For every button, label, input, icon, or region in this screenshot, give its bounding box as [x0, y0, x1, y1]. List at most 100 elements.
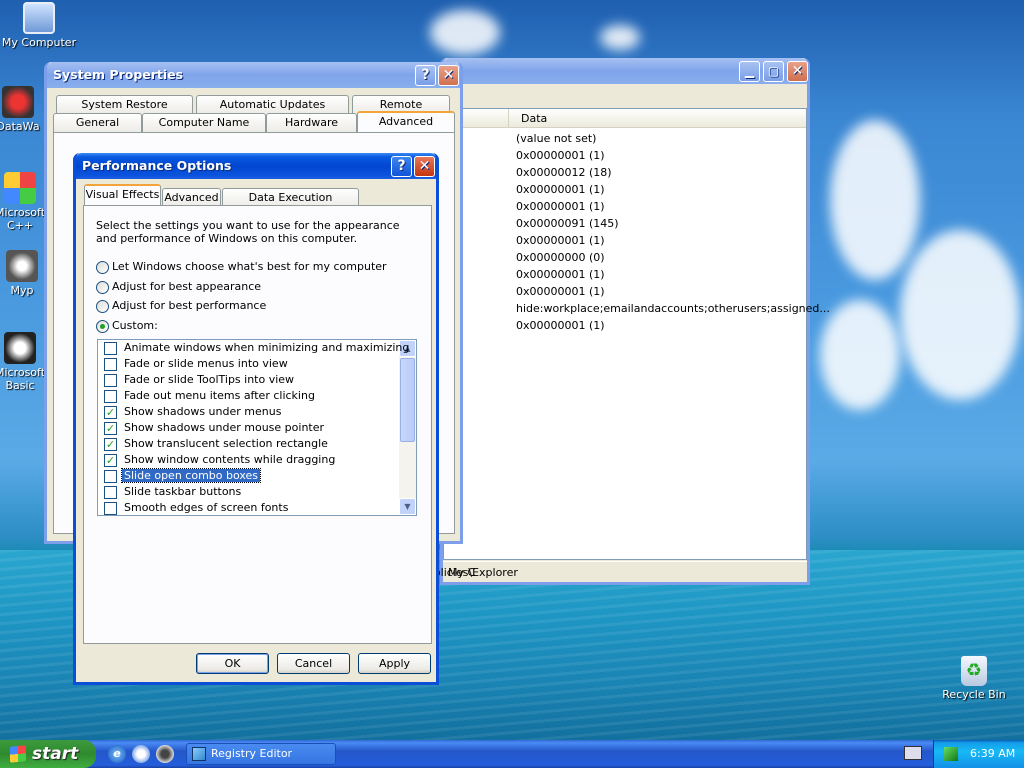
registry-menubar	[443, 84, 807, 108]
desktop-icon-label: DataWa	[0, 120, 40, 133]
desktop-icon-microsoft-basic[interactable]: Microsoft Basic	[0, 332, 50, 392]
column-header-data[interactable]: Data	[508, 109, 798, 128]
windows-logo-icon	[10, 745, 26, 763]
radio-custom[interactable]: Custom:	[96, 319, 158, 333]
start-label: start	[32, 744, 79, 764]
registry-value-row[interactable]: 0x00000001 (1)	[516, 319, 605, 332]
list-scrollbar[interactable]: ▲ ▼	[399, 340, 416, 515]
system-tray: 6:39 AM	[933, 740, 1024, 768]
scroll-down-arrow-icon[interactable]: ▼	[399, 498, 416, 515]
checkbox[interactable]: ✓	[104, 453, 117, 467]
start-button[interactable]: start	[0, 740, 96, 768]
cloud	[430, 10, 500, 55]
clock[interactable]: 6:39 AM	[970, 740, 1015, 768]
tab-hardware[interactable]: Hardware	[266, 113, 357, 132]
visual-effect-option[interactable]: ✓ Show window contents while dragging	[104, 452, 337, 468]
registry-value-row[interactable]: 0x00000001 (1)	[516, 183, 605, 196]
scroll-thumb[interactable]	[400, 358, 415, 442]
desktop-icon-label: Recycle Bin	[942, 688, 1006, 701]
visual-effect-option[interactable]: Smooth edges of screen fonts	[104, 500, 290, 516]
internet-explorer-icon[interactable]: e	[108, 745, 126, 763]
option-label: Show window contents while dragging	[124, 453, 336, 466]
visual-effect-option[interactable]: ✓ Show shadows under mouse pointer	[104, 420, 326, 436]
tab-system-restore[interactable]: System Restore	[56, 95, 193, 114]
registry-editor-window: ▁ ▢ ✕ Data My C n\Policies\Explorer	[417, 58, 810, 585]
cloud	[830, 120, 920, 280]
registry-value-row[interactable]: (value not set)	[516, 132, 596, 145]
checkbox[interactable]: ✓	[104, 405, 117, 419]
desktop-icon-label: Microsoft Basic	[0, 366, 46, 392]
desktop-icon-microsoft-cpp[interactable]: Microsoft C++	[0, 172, 50, 232]
close-button[interactable]: ✕	[787, 61, 808, 82]
close-button[interactable]: ✕	[438, 65, 459, 86]
radio-label: Custom:	[112, 319, 158, 332]
perf-titlebar: Performance Options ? ✕	[76, 153, 436, 179]
registry-titlebar: ▁ ▢ ✕	[443, 58, 808, 84]
radio-best-performance[interactable]: Adjust for best performance	[96, 299, 266, 313]
radio-best-appearance[interactable]: Adjust for best appearance	[96, 280, 261, 294]
minimize-button[interactable]: ▁	[739, 61, 760, 82]
tab-general[interactable]: General	[53, 113, 142, 132]
checkbox[interactable]	[104, 373, 117, 387]
visual-effect-option[interactable]: Fade out menu items after clicking	[104, 388, 317, 404]
cancel-button[interactable]: Cancel	[277, 653, 350, 674]
checkbox[interactable]	[104, 501, 117, 515]
visual-effect-option[interactable]: Fade or slide ToolTips into view	[104, 372, 296, 388]
option-label: Fade or slide ToolTips into view	[124, 373, 295, 386]
registry-value-row[interactable]: 0x00000001 (1)	[516, 200, 605, 213]
radio-label: Adjust for best appearance	[112, 280, 262, 293]
maximize-button[interactable]: ▢	[763, 61, 784, 82]
registry-statusbar: My C n\Policies\Explorer	[417, 561, 807, 582]
checkbox[interactable]	[104, 469, 117, 483]
option-label: Smooth edges of screen fonts	[124, 501, 289, 514]
shortcut-icon	[2, 86, 34, 118]
desktop-icon-my-computer[interactable]: My Computer	[0, 2, 78, 49]
cloud	[600, 25, 640, 50]
safely-remove-hardware-icon[interactable]	[944, 747, 958, 761]
registry-value-row[interactable]: hide:workplace;emailandaccounts;otheruse…	[516, 302, 830, 315]
help-button[interactable]: ?	[415, 65, 436, 86]
visual-effect-option[interactable]: ✓ Show translucent selection rectangle	[104, 436, 330, 452]
visual-effect-option[interactable]: Fade or slide menus into view	[104, 356, 290, 372]
radio-label: Adjust for best performance	[112, 299, 267, 312]
help-button[interactable]: ?	[391, 156, 412, 177]
registry-value-row[interactable]: 0x00000001 (1)	[516, 285, 605, 298]
checkbox[interactable]	[104, 341, 117, 355]
visual-effect-option[interactable]: Slide open combo boxes	[104, 468, 262, 484]
visual-effect-option[interactable]: ✓ Show shadows under menus	[104, 404, 283, 420]
tab-visual-effects[interactable]: Visual Effects	[84, 184, 161, 205]
tab-computer-name[interactable]: Computer Name	[142, 113, 266, 132]
registry-value-row[interactable]: 0x00000012 (18)	[516, 166, 612, 179]
checkbox[interactable]	[104, 357, 117, 371]
registry-value-row[interactable]: 0x00000091 (145)	[516, 217, 619, 230]
desktop-icon-label: Microsoft C++	[0, 206, 46, 232]
desktop-icon-recycle-bin[interactable]: ♻ Recycle Bin	[935, 656, 1013, 701]
visual-effect-option[interactable]: Slide taskbar buttons	[104, 484, 243, 500]
radio-label: Let Windows choose what's best for my co…	[112, 260, 387, 273]
tab-automatic-updates[interactable]: Automatic Updates	[196, 95, 349, 114]
checkbox[interactable]	[104, 389, 117, 403]
registry-value-row[interactable]: 0x00000001 (1)	[516, 149, 605, 162]
cloud	[900, 230, 1020, 400]
option-label: Slide open combo boxes	[120, 468, 262, 483]
checkbox[interactable]: ✓	[104, 421, 117, 435]
outlook-express-icon[interactable]	[132, 745, 150, 763]
registry-value-row[interactable]: 0x00000001 (1)	[516, 268, 605, 281]
checkbox[interactable]	[104, 485, 117, 499]
visual-effect-option[interactable]: Animate windows when minimizing and maxi…	[104, 340, 411, 356]
taskbar-task-label: Registry Editor	[211, 747, 293, 760]
tab-advanced[interactable]: Advanced	[357, 111, 455, 132]
registry-value-row[interactable]: 0x00000001 (1)	[516, 234, 605, 247]
radio-let-windows-choose[interactable]: Let Windows choose what's best for my co…	[96, 260, 387, 274]
media-player-icon[interactable]	[156, 745, 174, 763]
option-label: Show shadows under mouse pointer	[124, 421, 325, 434]
ok-button[interactable]: OK	[196, 653, 269, 674]
desktop-icon-datawa[interactable]: DataWa	[0, 86, 48, 133]
apply-button[interactable]: Apply	[358, 653, 431, 674]
radio-indicator	[96, 299, 109, 313]
checkbox[interactable]: ✓	[104, 437, 117, 451]
registry-value-row[interactable]: 0x00000000 (0)	[516, 251, 605, 264]
keyboard-icon[interactable]	[904, 746, 922, 760]
close-button[interactable]: ✕	[414, 156, 435, 177]
taskbar-registry-editor[interactable]: Registry Editor	[186, 743, 336, 765]
